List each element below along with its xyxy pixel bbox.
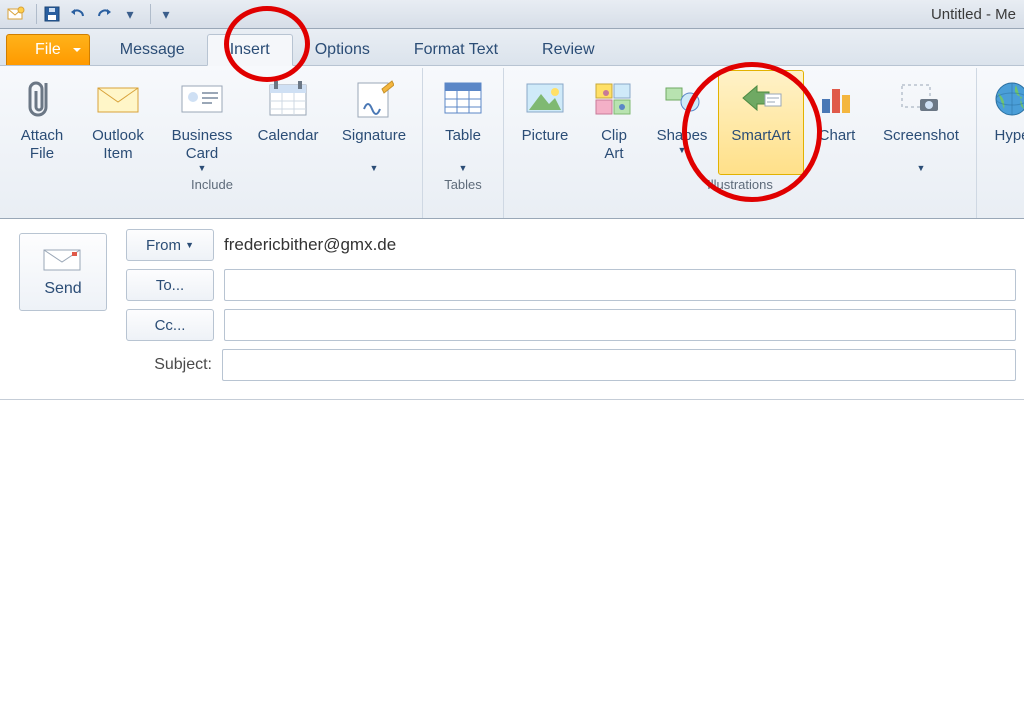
button-label: Shapes ▼	[657, 127, 708, 165]
send-button[interactable]: Send	[19, 233, 107, 311]
tab-message[interactable]: Message	[98, 35, 207, 65]
attach-file-button[interactable]: AttachFile	[6, 70, 78, 175]
tab-label: Review	[542, 41, 594, 59]
chevron-down-icon: ▼	[370, 163, 379, 174]
tab-file[interactable]: File	[6, 34, 90, 65]
smartart-button[interactable]: SmartArt	[718, 70, 804, 175]
chevron-down-icon: ▼	[459, 163, 468, 174]
shapes-button[interactable]: Shapes ▼	[646, 70, 718, 175]
to-button-label: To...	[156, 277, 184, 294]
compose-header: Send From ▼ fredericbither@gmx.de To... …	[0, 219, 1024, 400]
group-label	[1010, 166, 1014, 185]
save-icon[interactable]	[42, 4, 62, 24]
divider	[36, 4, 38, 24]
message-body[interactable]	[0, 400, 1024, 710]
from-row: From ▼ fredericbither@gmx.de	[126, 229, 1016, 261]
send-label: Send	[44, 280, 81, 298]
to-field[interactable]	[224, 269, 1016, 301]
button-label: OutlookItem	[92, 127, 144, 165]
mail-new-icon[interactable]	[6, 4, 26, 24]
tab-label: Insert	[230, 41, 270, 59]
smartart-icon	[737, 75, 785, 123]
undo-icon[interactable]	[68, 4, 88, 24]
chevron-down-icon: ▼	[198, 163, 207, 174]
fields-column: From ▼ fredericbither@gmx.de To... Cc...…	[126, 219, 1024, 399]
button-label: AttachFile	[21, 127, 64, 165]
send-envelope-icon	[42, 246, 84, 274]
group-illustrations: Picture ClipArt Shapes ▼ SmartArt Chart …	[504, 68, 977, 218]
signature-icon	[350, 75, 398, 123]
shapes-icon	[658, 75, 706, 123]
signature-button[interactable]: Signature▼	[330, 70, 418, 175]
screenshot-button[interactable]: Screenshot▼	[870, 70, 972, 175]
table-icon	[439, 75, 487, 123]
quick-access-toolbar: ▾ ▾ Untitled - Me	[0, 0, 1024, 29]
tab-label: Message	[120, 41, 185, 59]
qat-more-icon[interactable]: ▾	[120, 4, 140, 24]
picture-button[interactable]: Picture	[508, 70, 582, 175]
button-label: Table▼	[445, 127, 481, 174]
divider	[150, 4, 152, 24]
send-column: Send	[0, 219, 126, 399]
button-label: SmartArt	[731, 127, 790, 165]
businesscard-icon	[178, 75, 226, 123]
button-label: BusinessCard ▼	[172, 127, 233, 174]
tab-label: Format Text	[414, 41, 498, 59]
ribbon: AttachFile OutlookItem BusinessCard ▼ Ca…	[0, 66, 1024, 219]
button-label: ClipArt	[601, 127, 627, 165]
group-tables: Table▼ Tables	[423, 68, 504, 218]
tab-options[interactable]: Options	[293, 35, 392, 65]
qat-customize-icon[interactable]: ▾	[156, 4, 176, 24]
button-label: Screenshot▼	[883, 127, 959, 174]
chevron-down-icon: ▼	[185, 240, 194, 250]
picture-icon	[521, 75, 569, 123]
calendar-button[interactable]: Calendar	[246, 70, 330, 175]
subject-field[interactable]	[222, 349, 1016, 381]
group-include: AttachFile OutlookItem BusinessCard ▼ Ca…	[2, 68, 423, 218]
window-title: Untitled - Me	[931, 6, 1018, 23]
from-value: fredericbither@gmx.de	[224, 235, 396, 255]
globe-icon	[988, 75, 1024, 123]
button-label: Hype	[994, 127, 1024, 165]
chart-icon	[813, 75, 861, 123]
subject-row: Subject:	[126, 349, 1016, 381]
cc-button[interactable]: Cc...	[126, 309, 214, 341]
paperclip-icon	[18, 75, 66, 123]
from-button-label: From	[146, 237, 181, 254]
tab-review[interactable]: Review	[520, 35, 616, 65]
screenshot-icon	[897, 75, 945, 123]
clip-art-button[interactable]: ClipArt	[582, 70, 646, 175]
calendar-icon	[264, 75, 312, 123]
button-label: Picture	[522, 127, 569, 165]
table-button[interactable]: Table▼	[427, 70, 499, 175]
from-button[interactable]: From ▼	[126, 229, 214, 261]
to-row: To...	[126, 269, 1016, 301]
business-card-button[interactable]: BusinessCard ▼	[158, 70, 246, 175]
tab-label: Options	[315, 41, 370, 59]
tab-file-label: File	[35, 41, 61, 59]
group-links: Hype	[977, 68, 1024, 218]
cc-row: Cc...	[126, 309, 1016, 341]
cc-button-label: Cc...	[155, 317, 186, 334]
chart-button[interactable]: Chart	[804, 70, 870, 175]
subject-label: Subject:	[126, 356, 212, 374]
envelope-icon	[94, 75, 142, 123]
button-label: Signature▼	[342, 127, 406, 174]
button-label: Chart	[819, 127, 856, 165]
chevron-down-icon: ▼	[678, 145, 687, 156]
to-button[interactable]: To...	[126, 269, 214, 301]
group-label: Tables	[444, 175, 482, 194]
group-label: Illustrations	[707, 175, 773, 194]
cc-field[interactable]	[224, 309, 1016, 341]
tab-insert[interactable]: Insert	[207, 34, 293, 66]
hyperlink-button[interactable]: Hype	[981, 70, 1024, 166]
redo-icon[interactable]	[94, 4, 114, 24]
chevron-down-icon: ▼	[917, 163, 926, 174]
button-label: Calendar	[258, 127, 319, 165]
clipart-icon	[590, 75, 638, 123]
group-label: Include	[191, 175, 233, 194]
ribbon-tabs: File Message Insert Options Format Text …	[0, 29, 1024, 66]
tab-format-text[interactable]: Format Text	[392, 35, 520, 65]
outlook-item-button[interactable]: OutlookItem	[78, 70, 158, 175]
